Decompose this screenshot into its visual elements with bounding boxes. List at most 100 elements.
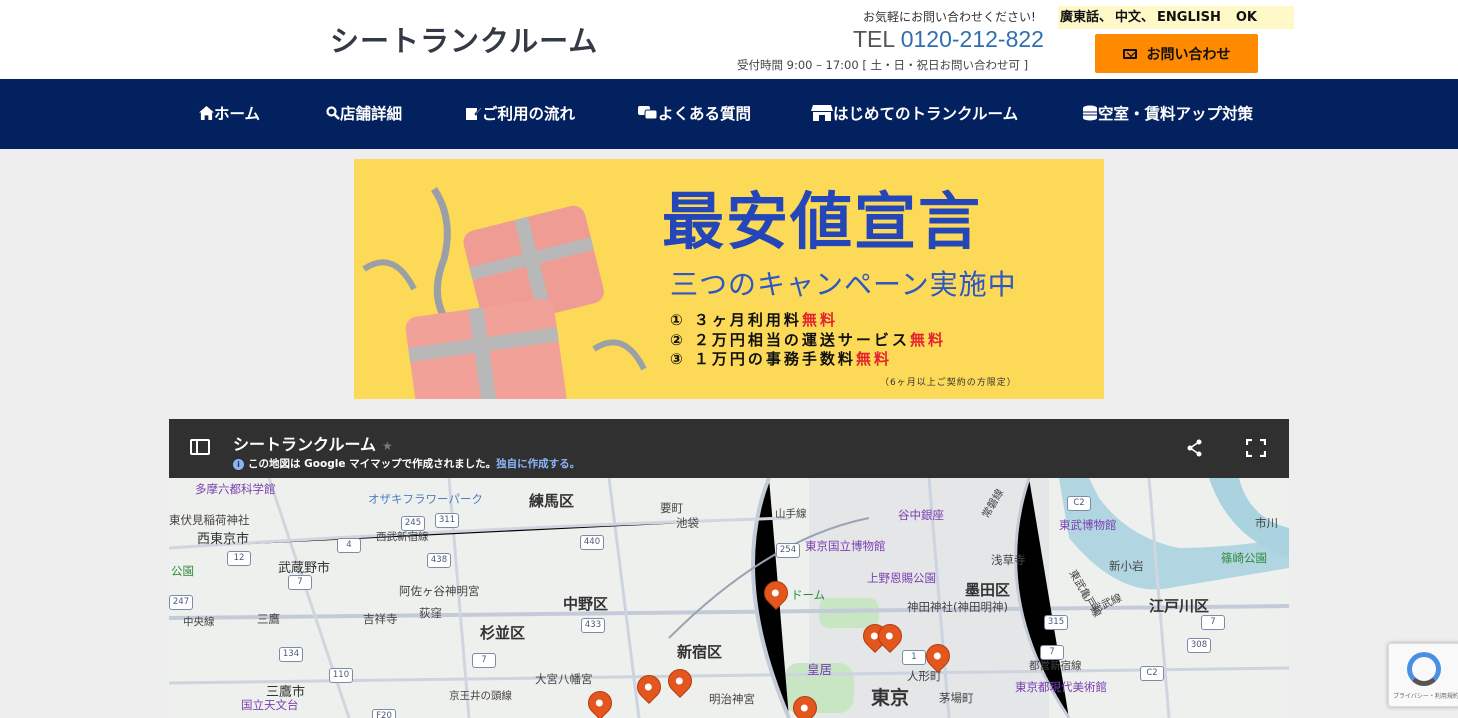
banner-title: 最安値宣言 [662, 185, 983, 258]
map-info-text: この地図は Google マイマップで作成されました。 [248, 458, 497, 470]
recaptcha-text[interactable]: プライバシー・利用規約 [1393, 691, 1458, 700]
route-shield: 134 [279, 647, 303, 662]
nav-label: ホーム [214, 105, 261, 123]
create-own-link[interactable]: 独自に作成する。 [496, 458, 580, 470]
map-label: 山手線 [775, 508, 807, 520]
map-label: 谷中銀座 [898, 508, 944, 522]
map-title: シートランクルーム ★ [233, 431, 393, 455]
route-shield: 254 [776, 543, 800, 558]
map-label: 神田神社(神田明神) [907, 600, 1008, 614]
map-label: 東武博物館 [1059, 518, 1117, 532]
info-icon: i [233, 459, 244, 470]
map-label: 江戸川区 [1149, 597, 1210, 615]
map-label: 都営新宿線 [1029, 660, 1082, 672]
map-canvas[interactable]: 多摩六都科学館 東伏見稲荷神社 西東京市 武蔵野市 公園 中央線 三鷹 吉祥寺 … [169, 478, 1289, 718]
map-label: 荻窪 [419, 606, 442, 620]
language-selector[interactable]: 廣東話、 中文、 ENGLISH OK [1058, 6, 1294, 29]
campaign-list: ① ３ヶ月利用料無料 ② ２万円相当の運送サービス無料 ③ １万円の事務手数料無… [670, 311, 946, 370]
map-label: 武蔵野市 [278, 561, 331, 576]
campaign-text: ② ２万円相当の運送サービス [670, 330, 910, 349]
map-label: 茅場町 [939, 691, 974, 705]
nav-label: 空室・賃料アップ対策 [1098, 105, 1254, 123]
star-icon[interactable]: ★ [382, 439, 393, 453]
map-label: 国立天文台 [241, 698, 299, 712]
map-label: 公園 [171, 564, 194, 578]
tel-prefix: TEL [853, 26, 895, 52]
map-label: 浅草寺 [991, 553, 1026, 567]
share-icon[interactable] [1186, 439, 1204, 457]
map-label: 大宮八幡宮 [535, 672, 593, 686]
map-label: 新宿区 [677, 643, 723, 661]
free-label: 無料 [909, 330, 946, 349]
route-shield: 311 [435, 513, 459, 528]
route-shield: 438 [427, 553, 451, 568]
fullscreen-icon[interactable] [1246, 439, 1266, 457]
lang-chinese[interactable]: 中文、 [1115, 10, 1154, 25]
route-shield: C2 [1140, 666, 1164, 681]
campaign-text: ③ １万円の事務手数料 [670, 350, 856, 368]
sidebar-toggle-icon[interactable] [190, 439, 210, 455]
free-label: 無料 [855, 350, 892, 368]
map-label: 多摩六都科学館 [195, 482, 276, 496]
campaign-text: ① ３ヶ月利用料 [670, 311, 802, 329]
lang-ok-button[interactable]: OK [1236, 10, 1257, 25]
map-label: 東京 [871, 687, 910, 709]
nav-label: ご利用の流れ [482, 105, 576, 123]
route-shield: 12 [227, 551, 251, 566]
map-label: 皇居 [807, 662, 833, 677]
banner-subtitle: 三つのキャンペーン実施中 [670, 268, 1017, 301]
map-label: 練馬区 [529, 492, 575, 510]
map-label: オザキフラワーパーク [368, 492, 483, 506]
google-map-embed[interactable]: シートランクルーム ★ i この地図は Google マイマップで作成されました。独… [169, 419, 1289, 718]
banner-note: （6ヶ月以上ご契約の方限定） [880, 378, 1017, 388]
free-label: 無料 [801, 311, 838, 329]
comments-icon [638, 106, 658, 120]
nav-item-home[interactable]: ホーム [199, 79, 260, 149]
main-nav: ホーム 店舗詳細 ご利用の流れ よくある質問 はじめてのトランクルーム 空室・賃… [0, 79, 1458, 149]
route-shield: 245 [401, 516, 425, 531]
nav-item-faq[interactable]: よくある質問 [638, 79, 751, 149]
map-label: 池袋 [676, 516, 699, 530]
map-label: 墨田区 [965, 581, 1011, 599]
route-shield: 315 [1044, 615, 1068, 630]
map-label: 西東京市 [197, 532, 250, 547]
route-shield: 433 [581, 618, 605, 633]
nav-item-vacancy[interactable]: 空室・賃料アップ対策 [1082, 79, 1253, 149]
map-label: 三鷹 [257, 612, 280, 626]
route-shield: 440 [580, 535, 604, 550]
site-header: シートランクルーム お気軽にお問い合わせください! TEL 0120-212-8… [0, 0, 1458, 79]
nav-item-store-details[interactable]: 店舗詳細 [326, 79, 402, 149]
nav-item-beginners[interactable]: はじめてのトランクルーム [811, 79, 1018, 149]
route-shield: 7 [288, 575, 312, 590]
map-label: 中野区 [563, 595, 609, 613]
route-shield: 1 [902, 650, 926, 665]
campaign-banner[interactable]: 最安値宣言 三つのキャンペーン実施中 ① ３ヶ月利用料無料 ② ２万円相当の運送… [354, 159, 1104, 399]
lang-english[interactable]: ENGLISH [1157, 10, 1221, 25]
map-label: 西武新宿線 [376, 531, 429, 543]
contact-note: お気軽にお問い合わせください! [863, 10, 1036, 24]
coins-icon [1083, 105, 1097, 121]
map-label: 杉並区 [480, 624, 526, 642]
map-label: 上野恩賜公園 [867, 571, 936, 585]
map-label: 東伏見稲荷神社 [169, 513, 250, 527]
home-icon [199, 106, 214, 120]
map-label: 市川 [1255, 516, 1278, 530]
contact-button[interactable]: お問い合わせ [1095, 34, 1258, 73]
tel-number[interactable]: 0120-212-822 [901, 26, 1044, 52]
business-hours: 受付時間 9:00 – 17:00 [ 土・日・祝日お問い合わせ可 ] [737, 58, 1029, 72]
route-shield: F20 [372, 709, 396, 718]
nav-item-flow[interactable]: ご利用の流れ [466, 79, 575, 149]
map-label: 中央線 [183, 616, 215, 628]
campaign-item: ① ３ヶ月利用料無料 [670, 311, 946, 331]
route-shield: 110 [329, 668, 353, 683]
phone-number[interactable]: TEL 0120-212-822 [853, 26, 1044, 53]
route-shield: 7 [1040, 645, 1064, 660]
site-logo[interactable]: シートランクルーム [330, 18, 598, 60]
route-shield: 247 [169, 595, 193, 610]
recaptcha-badge[interactable]: プライバシー・利用規約 [1388, 643, 1458, 707]
search-icon [326, 106, 340, 120]
map-info: i この地図は Google マイマップで作成されました。独自に作成する。 [233, 456, 580, 471]
lang-cantonese[interactable]: 廣東話、 [1060, 10, 1112, 25]
nav-label: 店舗詳細 [340, 105, 403, 123]
store-icon [811, 105, 833, 121]
